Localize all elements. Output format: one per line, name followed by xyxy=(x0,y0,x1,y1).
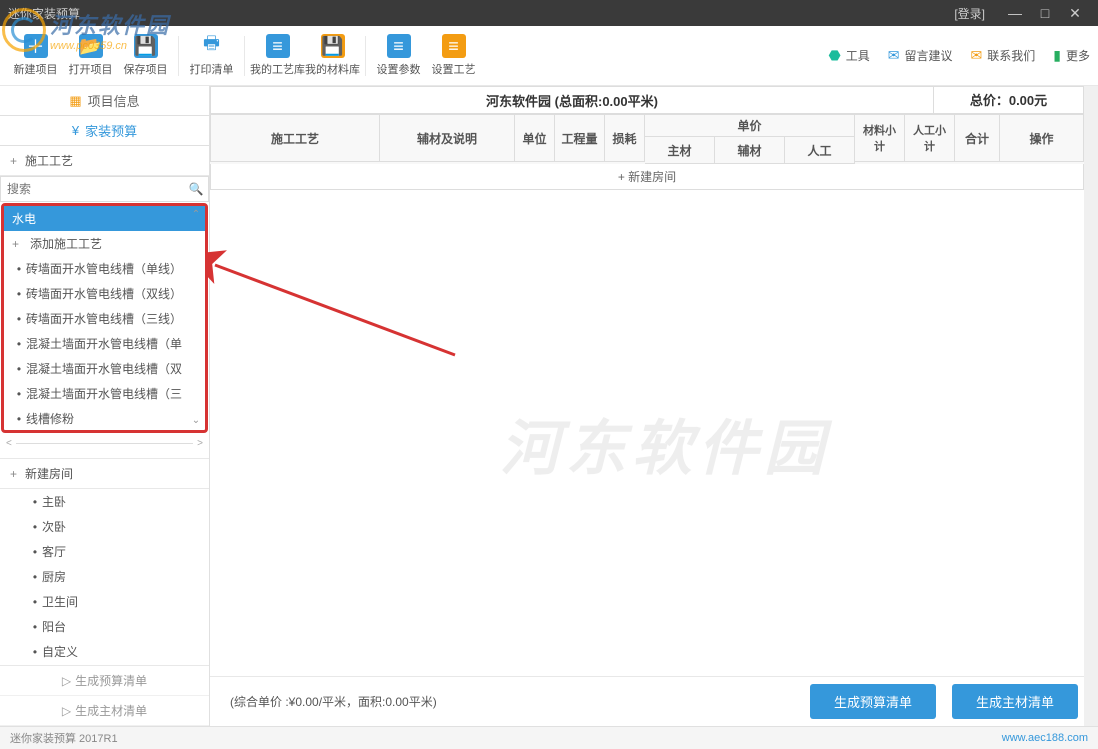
th-main-material: 主材 xyxy=(645,136,715,164)
generate-material-button-main[interactable]: 生成主材清单 xyxy=(952,684,1078,719)
plus-icon: + xyxy=(10,154,17,168)
more-button[interactable]: ▮更多 xyxy=(1053,47,1090,64)
search-input[interactable] xyxy=(1,177,184,201)
tree-item[interactable]: •砖墙面开水管电线槽（单线） xyxy=(4,256,205,281)
tree-add-craft[interactable]: +添加施工工艺 xyxy=(4,231,205,256)
plus-icon: + xyxy=(12,237,26,251)
search-box: 🔍 xyxy=(0,176,209,202)
search-icon[interactable]: 🔍 xyxy=(184,182,208,196)
tree-item[interactable]: •混凝土墙面开水管电线槽（三 xyxy=(4,381,205,406)
project-summary: 河东软件园 (总面积:0.00平米) xyxy=(211,91,933,110)
scroll-up-icon[interactable]: ⌃ xyxy=(189,208,203,222)
th-loss: 损耗 xyxy=(605,114,645,162)
feedback-button[interactable]: ✉留言建议 xyxy=(888,47,953,64)
th-labor-subtotal: 人工小计 xyxy=(905,114,955,162)
slider[interactable]: <> xyxy=(0,438,209,448)
th-labor: 人工 xyxy=(785,136,855,164)
save-project-button[interactable]: 💾保存项目 xyxy=(118,28,173,84)
plus-icon: + xyxy=(10,467,17,481)
settings-params-button[interactable]: ≡设置参数 xyxy=(371,28,426,84)
yuan-icon: ¥ xyxy=(72,123,79,138)
new-room-button[interactable]: + 新建房间 xyxy=(210,164,1084,190)
generate-material-button[interactable]: ▷生成主材清单 xyxy=(0,696,209,726)
room-item[interactable]: •主卧 xyxy=(0,489,209,514)
title-bar: 迷你家装预算 [登录] — □ ✕ xyxy=(0,0,1098,26)
info-icon: ▦ xyxy=(69,93,81,109)
main-footer: (综合单价 :¥0.00/平米，面积:0.00平米) 生成预算清单 生成主材清单 xyxy=(210,676,1098,726)
maximize-button[interactable]: □ xyxy=(1030,5,1060,21)
open-project-button[interactable]: 📂打开项目 xyxy=(63,28,118,84)
print-button[interactable]: 🖶打印清单 xyxy=(184,28,239,84)
tree-item[interactable]: •砖墙面开水管电线槽（双线） xyxy=(4,281,205,306)
th-total: 合计 xyxy=(955,114,1000,162)
th-price-group: 单价 xyxy=(645,114,855,136)
minimize-button[interactable]: — xyxy=(1000,5,1030,21)
room-item[interactable]: •自定义 xyxy=(0,639,209,664)
tree-item[interactable]: •混凝土墙面开水管电线槽（双 xyxy=(4,356,205,381)
table-header: 施工工艺 辅材及说明 单位 工程量 损耗 单价 主材 辅材 人工 材料小计 人工… xyxy=(210,114,1084,164)
tree-item[interactable]: •砖墙面开水管电线槽（三线） xyxy=(4,306,205,331)
th-materials: 辅材及说明 xyxy=(380,114,515,162)
summary-row: 河东软件园 (总面积:0.00平米) 总价：0.00元 xyxy=(210,86,1084,114)
sidebar: ▦项目信息 ¥家装预算 +施工工艺 🔍 水电 +添加施工工艺 •砖墙面开水管电线… xyxy=(0,86,210,726)
status-version: 迷你家装预算 2017R1 xyxy=(10,730,118,746)
scroll-down-icon[interactable]: ⌄ xyxy=(189,414,203,428)
tree-item[interactable]: •线槽修粉 xyxy=(4,406,205,430)
room-item[interactable]: •客厅 xyxy=(0,539,209,564)
toolbar: ＋新建项目 📂打开项目 💾保存项目 🖶打印清单 ≡我的工艺库 💾我的材料库 ≡设… xyxy=(0,26,1098,86)
craft-library-button[interactable]: ≡我的工艺库 xyxy=(250,28,305,84)
play-icon: ▷ xyxy=(62,704,71,718)
tab-project-info[interactable]: ▦项目信息 xyxy=(0,86,209,116)
status-bar: 迷你家装预算 2017R1 www.aec188.com xyxy=(0,726,1098,749)
price-info: (综合单价 :¥0.00/平米，面积:0.00平米) xyxy=(230,693,794,710)
th-material-subtotal: 材料小计 xyxy=(855,114,905,162)
settings-craft-button[interactable]: ≡设置工艺 xyxy=(426,28,481,84)
new-project-button[interactable]: ＋新建项目 xyxy=(8,28,63,84)
generate-budget-button[interactable]: ▷生成预算清单 xyxy=(0,666,209,696)
tree-item[interactable]: •混凝土墙面开水管电线槽（单 xyxy=(4,331,205,356)
main-area: 河东软件园 (总面积:0.00平米) 总价：0.00元 施工工艺 辅材及说明 单… xyxy=(210,86,1098,726)
vertical-scrollbar[interactable] xyxy=(1084,86,1098,726)
th-action: 操作 xyxy=(1000,114,1084,162)
tab-budget[interactable]: ¥家装预算 xyxy=(0,116,209,146)
app-title: 迷你家装预算 xyxy=(8,5,954,22)
room-item[interactable]: •厨房 xyxy=(0,564,209,589)
room-section-header[interactable]: +新建房间 xyxy=(0,459,209,489)
total-price: 总价：0.00元 xyxy=(933,87,1083,113)
th-quantity: 工程量 xyxy=(555,114,605,162)
play-icon: ▷ xyxy=(62,674,71,688)
login-link[interactable]: [登录] xyxy=(954,5,985,22)
room-item[interactable]: •次卧 xyxy=(0,514,209,539)
tools-button[interactable]: ⬣工具 xyxy=(829,47,870,64)
th-craft: 施工工艺 xyxy=(210,114,380,162)
room-item[interactable]: •阳台 xyxy=(0,614,209,639)
close-button[interactable]: ✕ xyxy=(1060,5,1090,22)
contact-button[interactable]: ✉联系我们 xyxy=(971,47,1036,64)
material-library-button[interactable]: 💾我的材料库 xyxy=(305,28,360,84)
craft-tree-highlighted: 水电 +添加施工工艺 •砖墙面开水管电线槽（单线） •砖墙面开水管电线槽（双线）… xyxy=(1,203,208,433)
room-item[interactable]: •卫生间 xyxy=(0,589,209,614)
tree-category-selected[interactable]: 水电 xyxy=(4,206,205,231)
th-unit: 单位 xyxy=(515,114,555,162)
status-url[interactable]: www.aec188.com xyxy=(1002,732,1088,744)
craft-section-header[interactable]: +施工工艺 xyxy=(0,146,209,176)
generate-budget-button-main[interactable]: 生成预算清单 xyxy=(810,684,936,719)
th-aux-material: 辅材 xyxy=(715,136,785,164)
